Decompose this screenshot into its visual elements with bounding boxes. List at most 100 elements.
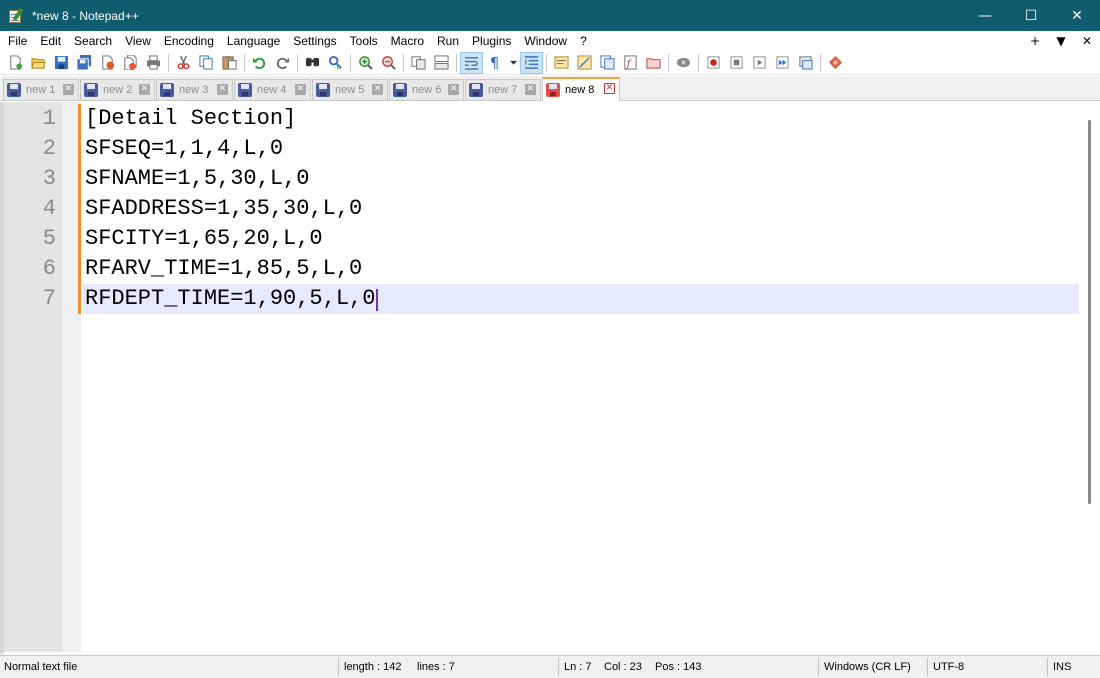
zoom-in-icon[interactable]	[354, 52, 377, 74]
status-insert-mode[interactable]: INS	[1053, 656, 1071, 678]
indent-guide-icon[interactable]	[520, 51, 543, 74]
document-list-icon[interactable]	[596, 52, 619, 74]
show-all-chars-icon[interactable]: ¶	[483, 52, 506, 74]
status-column: Col : 23	[604, 661, 642, 673]
status-lines: lines : 7	[417, 661, 455, 673]
line-number: 6	[42, 256, 56, 281]
vertical-scrollbar[interactable]	[1082, 102, 1100, 652]
menu-macro[interactable]: Macro	[384, 31, 430, 51]
save-macro-icon[interactable]	[794, 52, 817, 74]
tab-label: new 6	[412, 84, 442, 96]
tab-close-icon[interactable]: ✕	[604, 83, 615, 94]
cut-icon[interactable]	[172, 52, 195, 74]
word-wrap-icon[interactable]	[460, 51, 483, 74]
print-icon[interactable]	[142, 52, 165, 74]
status-bar: Normal text file length : 142 lines : 7 …	[0, 655, 1100, 678]
menu-file[interactable]: File	[0, 31, 33, 51]
replace-icon[interactable]: b	[324, 52, 347, 74]
tab-new-3[interactable]: new 3 ✕	[156, 79, 233, 100]
function-list-icon[interactable]: f	[619, 52, 642, 74]
close-all-icon[interactable]	[119, 52, 142, 74]
tab-close-icon[interactable]: ✕	[217, 84, 228, 95]
play-macro-icon[interactable]	[748, 52, 771, 74]
save-all-icon[interactable]	[73, 52, 96, 74]
folder-as-workspace-icon[interactable]	[642, 52, 665, 74]
tab-label: new 1	[26, 84, 56, 96]
code-line[interactable]: SFNAME=1,5,30,L,0	[85, 164, 309, 194]
status-line: Ln : 7	[564, 661, 592, 673]
tab-label: new 4	[257, 84, 287, 96]
tab-new-5[interactable]: new 5 ✕	[312, 79, 388, 100]
show-all-chars-dropdown-icon[interactable]	[506, 52, 520, 74]
tab-close-icon[interactable]: ✕	[63, 84, 74, 95]
tab-close-icon[interactable]: ✕	[372, 84, 383, 95]
sync-horizontal-icon[interactable]	[430, 52, 453, 74]
scrollbar-thumb[interactable]	[1088, 120, 1091, 504]
tab-new-6[interactable]: new 6 ✕	[389, 79, 464, 100]
title-bar: *new 8 - Notepad++ — ☐ ✕	[0, 0, 1100, 31]
notepad-plus-plus-icon	[8, 7, 24, 24]
maximize-button[interactable]: ☐	[1008, 0, 1054, 31]
stop-macro-icon[interactable]	[725, 52, 748, 74]
toolbar-separator	[350, 53, 351, 72]
menu-language[interactable]: Language	[220, 31, 286, 51]
document-map-icon[interactable]	[573, 52, 596, 74]
saved-file-icon	[316, 83, 330, 97]
minimize-button[interactable]: —	[962, 0, 1008, 31]
plugin-icon[interactable]	[824, 52, 847, 74]
code-line[interactable]: RFARV_TIME=1,85,5,L,0	[85, 254, 362, 284]
new-tab-menu-button[interactable]: +	[1022, 34, 1048, 48]
code-line[interactable]: SFSEQ=1,1,4,L,0	[85, 134, 283, 164]
menu-tools[interactable]: Tools	[343, 31, 384, 51]
line-number: 2	[42, 136, 56, 161]
user-defined-language-icon[interactable]	[550, 52, 573, 74]
tab-new-7[interactable]: new 7 ✕	[465, 79, 541, 100]
new-file-icon[interactable]	[4, 52, 27, 74]
code-line[interactable]: SFCITY=1,65,20,L,0	[85, 224, 323, 254]
code-line[interactable]: RFDEPT_TIME=1,90,5,L,0	[85, 284, 375, 314]
paste-icon[interactable]	[218, 52, 241, 74]
sync-vertical-icon[interactable]	[407, 52, 430, 74]
text-editor[interactable]: 1 2 3 4 5 6 7 [Detail Section] SFSEQ=1,1…	[0, 102, 1100, 654]
menu-search[interactable]: Search	[67, 31, 118, 51]
code-line[interactable]: SFADDRESS=1,35,30,L,0	[85, 194, 362, 224]
tab-new-8[interactable]: new 8 ✕	[542, 77, 620, 101]
menu-encoding[interactable]: Encoding	[157, 31, 220, 51]
menu-plugins[interactable]: Plugins	[465, 31, 517, 51]
tab-close-icon[interactable]: ✕	[295, 84, 306, 95]
menu-view[interactable]: View	[118, 31, 157, 51]
close-icon[interactable]	[96, 52, 119, 74]
record-macro-icon[interactable]	[702, 52, 725, 74]
copy-icon[interactable]	[195, 52, 218, 74]
toolbar-separator	[403, 53, 404, 72]
tab-new-4[interactable]: new 4 ✕	[234, 79, 311, 100]
menu-run[interactable]: Run	[430, 31, 465, 51]
status-encoding[interactable]: UTF-8	[933, 656, 964, 678]
tab-close-icon[interactable]: ✕	[448, 84, 459, 95]
status-eol[interactable]: Windows (CR LF)	[824, 656, 911, 678]
toolbar-separator	[668, 53, 669, 72]
tab-list-menu-button[interactable]: ▼	[1048, 34, 1074, 48]
menu-settings[interactable]: Settings	[286, 31, 342, 51]
zoom-out-icon[interactable]	[377, 52, 400, 74]
close-window-button[interactable]: ✕	[1054, 0, 1100, 31]
close-document-menu-button[interactable]: ✕	[1074, 34, 1100, 48]
pilcrow-glyph: ¶	[489, 53, 500, 72]
tab-label: new 3	[179, 84, 209, 96]
tab-new-1[interactable]: new 1 ✕	[3, 79, 79, 100]
tab-close-icon[interactable]: ✕	[139, 84, 150, 95]
code-line[interactable]: [Detail Section]	[85, 104, 296, 134]
find-icon[interactable]	[301, 52, 324, 74]
tab-close-icon[interactable]: ✕	[525, 84, 536, 95]
tab-new-2[interactable]: new 2 ✕	[80, 79, 155, 100]
menu-window[interactable]: Window	[517, 31, 573, 51]
menu-edit[interactable]: Edit	[33, 31, 67, 51]
open-file-icon[interactable]	[27, 52, 50, 74]
monitoring-icon[interactable]	[672, 52, 695, 74]
redo-icon[interactable]	[271, 52, 294, 74]
saved-file-icon	[160, 83, 174, 97]
undo-icon[interactable]	[248, 52, 271, 74]
run-macro-multiple-icon[interactable]	[771, 52, 794, 74]
menu-help[interactable]: ?	[573, 31, 593, 51]
save-icon[interactable]	[50, 52, 73, 74]
